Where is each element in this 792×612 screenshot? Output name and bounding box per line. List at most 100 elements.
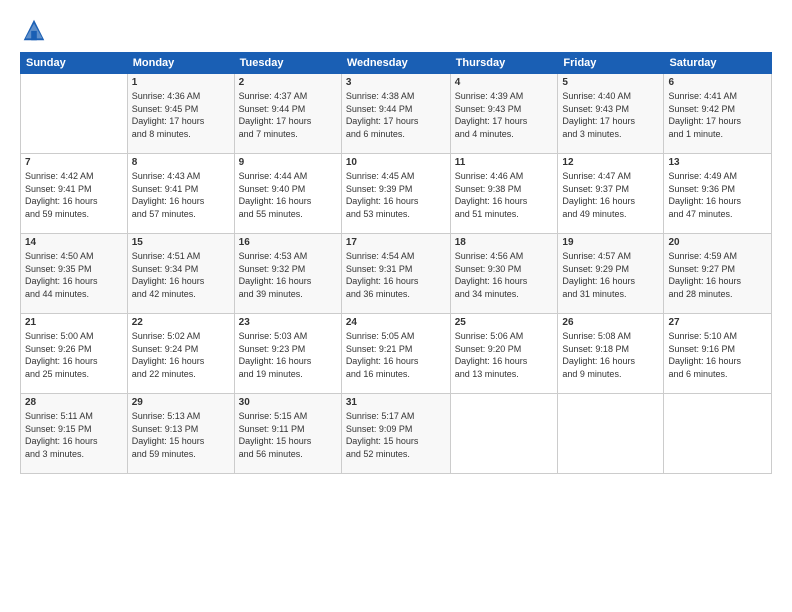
day-number: 2 (239, 77, 337, 88)
day-info: Sunrise: 4:37 AM Sunset: 9:44 PM Dayligh… (239, 90, 337, 140)
day-info: Sunrise: 4:53 AM Sunset: 9:32 PM Dayligh… (239, 250, 337, 300)
day-info: Sunrise: 5:03 AM Sunset: 9:23 PM Dayligh… (239, 330, 337, 380)
day-cell: 22Sunrise: 5:02 AM Sunset: 9:24 PM Dayli… (127, 314, 234, 394)
day-info: Sunrise: 4:57 AM Sunset: 9:29 PM Dayligh… (562, 250, 659, 300)
day-cell: 9Sunrise: 4:44 AM Sunset: 9:40 PM Daylig… (234, 154, 341, 234)
day-info: Sunrise: 4:56 AM Sunset: 9:30 PM Dayligh… (455, 250, 554, 300)
day-number: 22 (132, 317, 230, 328)
day-number: 18 (455, 237, 554, 248)
day-cell: 4 Sunrise: 4:39 AM Sunset: 9:43 PM Daylig… (450, 74, 558, 154)
week-row-1: 1Sunrise: 4:36 AM Sunset: 9:45 PM Daylig… (21, 74, 772, 154)
day-info: Sunrise: 5:05 AM Sunset: 9:21 PM Dayligh… (346, 330, 446, 380)
day-cell: 1Sunrise: 4:36 AM Sunset: 9:45 PM Daylig… (127, 74, 234, 154)
day-cell: 2 Sunrise: 4:37 AM Sunset: 9:44 PM Daylig… (234, 74, 341, 154)
day-number: 25 (455, 317, 554, 328)
day-cell: 3 Sunrise: 4:38 AM Sunset: 9:44 PM Daylig… (341, 74, 450, 154)
day-cell: 19 Sunrise: 4:57 AM Sunset: 9:29 PM Dayli… (558, 234, 664, 314)
day-number: 11 (455, 157, 554, 168)
day-cell: 12 Sunrise: 4:47 AM Sunset: 9:37 PM Dayli… (558, 154, 664, 234)
day-info: Sunrise: 4:39 AM Sunset: 9:43 PM Dayligh… (455, 90, 554, 140)
column-header-sunday: Sunday (21, 53, 128, 74)
day-info: Sunrise: 4:36 AM Sunset: 9:45 PM Dayligh… (132, 90, 230, 140)
logo (20, 16, 50, 44)
week-row-2: 7Sunrise: 4:42 AM Sunset: 9:41 PM Daylig… (21, 154, 772, 234)
calendar-table: SundayMondayTuesdayWednesdayThursdayFrid… (20, 52, 772, 474)
day-number: 23 (239, 317, 337, 328)
column-header-wednesday: Wednesday (341, 53, 450, 74)
day-cell: 21 Sunrise: 5:00 AM Sunset: 9:26 PM Dayli… (21, 314, 128, 394)
day-info: Sunrise: 4:54 AM Sunset: 9:31 PM Dayligh… (346, 250, 446, 300)
day-cell: 16 Sunrise: 4:53 AM Sunset: 9:32 PM Dayli… (234, 234, 341, 314)
day-number: 13 (668, 157, 767, 168)
day-cell: 5Sunrise: 4:40 AM Sunset: 9:43 PM Daylig… (558, 74, 664, 154)
day-number: 29 (132, 397, 230, 408)
day-number: 8 (132, 157, 230, 168)
day-cell: 11 Sunrise: 4:46 AM Sunset: 9:38 PM Dayli… (450, 154, 558, 234)
day-number: 4 (455, 77, 554, 88)
day-info: Sunrise: 4:49 AM Sunset: 9:36 PM Dayligh… (668, 170, 767, 220)
day-number: 9 (239, 157, 337, 168)
day-info: Sunrise: 4:45 AM Sunset: 9:39 PM Dayligh… (346, 170, 446, 220)
day-info: Sunrise: 4:50 AM Sunset: 9:35 PM Dayligh… (25, 250, 123, 300)
day-number: 14 (25, 237, 123, 248)
day-number: 19 (562, 237, 659, 248)
day-info: Sunrise: 4:47 AM Sunset: 9:37 PM Dayligh… (562, 170, 659, 220)
day-cell: 24 Sunrise: 5:05 AM Sunset: 9:21 PM Dayli… (341, 314, 450, 394)
day-info: Sunrise: 4:51 AM Sunset: 9:34 PM Dayligh… (132, 250, 230, 300)
day-cell (664, 394, 772, 474)
day-number: 6 (668, 77, 767, 88)
day-cell: 23 Sunrise: 5:03 AM Sunset: 9:23 PM Dayli… (234, 314, 341, 394)
day-number: 21 (25, 317, 123, 328)
logo-icon (20, 16, 48, 44)
week-row-5: 28Sunrise: 5:11 AM Sunset: 9:15 PM Dayli… (21, 394, 772, 474)
day-cell: 6 Sunrise: 4:41 AM Sunset: 9:42 PM Daylig… (664, 74, 772, 154)
day-cell: 18 Sunrise: 4:56 AM Sunset: 9:30 PM Dayli… (450, 234, 558, 314)
day-number: 27 (668, 317, 767, 328)
day-info: Sunrise: 4:43 AM Sunset: 9:41 PM Dayligh… (132, 170, 230, 220)
day-cell: 13 Sunrise: 4:49 AM Sunset: 9:36 PM Dayli… (664, 154, 772, 234)
day-info: Sunrise: 5:13 AM Sunset: 9:13 PM Dayligh… (132, 410, 230, 460)
day-info: Sunrise: 4:59 AM Sunset: 9:27 PM Dayligh… (668, 250, 767, 300)
day-number: 7 (25, 157, 123, 168)
day-info: Sunrise: 5:10 AM Sunset: 9:16 PM Dayligh… (668, 330, 767, 380)
day-number: 10 (346, 157, 446, 168)
column-header-monday: Monday (127, 53, 234, 74)
day-cell: 28Sunrise: 5:11 AM Sunset: 9:15 PM Dayli… (21, 394, 128, 474)
calendar-page: SundayMondayTuesdayWednesdayThursdayFrid… (0, 0, 792, 612)
day-cell: 25 Sunrise: 5:06 AM Sunset: 9:20 PM Dayli… (450, 314, 558, 394)
day-number: 15 (132, 237, 230, 248)
day-cell: 14 Sunrise: 4:50 AM Sunset: 9:35 PM Dayli… (21, 234, 128, 314)
column-header-tuesday: Tuesday (234, 53, 341, 74)
day-number: 3 (346, 77, 446, 88)
week-row-3: 14 Sunrise: 4:50 AM Sunset: 9:35 PM Dayli… (21, 234, 772, 314)
day-info: Sunrise: 5:00 AM Sunset: 9:26 PM Dayligh… (25, 330, 123, 380)
day-info: Sunrise: 5:17 AM Sunset: 9:09 PM Dayligh… (346, 410, 446, 460)
day-info: Sunrise: 4:40 AM Sunset: 9:43 PM Dayligh… (562, 90, 659, 140)
day-number: 26 (562, 317, 659, 328)
day-number: 20 (668, 237, 767, 248)
day-cell: 31Sunrise: 5:17 AM Sunset: 9:09 PM Dayli… (341, 394, 450, 474)
column-header-friday: Friday (558, 53, 664, 74)
day-cell (558, 394, 664, 474)
day-cell (450, 394, 558, 474)
day-number: 28 (25, 397, 123, 408)
column-headers: SundayMondayTuesdayWednesdayThursdayFrid… (21, 53, 772, 74)
header (20, 16, 772, 44)
day-info: Sunrise: 5:06 AM Sunset: 9:20 PM Dayligh… (455, 330, 554, 380)
column-header-thursday: Thursday (450, 53, 558, 74)
day-info: Sunrise: 4:38 AM Sunset: 9:44 PM Dayligh… (346, 90, 446, 140)
day-cell: 15 Sunrise: 4:51 AM Sunset: 9:34 PM Dayli… (127, 234, 234, 314)
day-info: Sunrise: 5:08 AM Sunset: 9:18 PM Dayligh… (562, 330, 659, 380)
day-info: Sunrise: 4:46 AM Sunset: 9:38 PM Dayligh… (455, 170, 554, 220)
column-header-saturday: Saturday (664, 53, 772, 74)
day-cell: 7Sunrise: 4:42 AM Sunset: 9:41 PM Daylig… (21, 154, 128, 234)
day-cell: 20 Sunrise: 4:59 AM Sunset: 9:27 PM Dayli… (664, 234, 772, 314)
day-number: 24 (346, 317, 446, 328)
day-cell: 30Sunrise: 5:15 AM Sunset: 9:11 PM Dayli… (234, 394, 341, 474)
day-number: 30 (239, 397, 337, 408)
day-number: 12 (562, 157, 659, 168)
day-number: 16 (239, 237, 337, 248)
week-row-4: 21 Sunrise: 5:00 AM Sunset: 9:26 PM Dayli… (21, 314, 772, 394)
day-info: Sunrise: 4:41 AM Sunset: 9:42 PM Dayligh… (668, 90, 767, 140)
day-cell: 27 Sunrise: 5:10 AM Sunset: 9:16 PM Dayli… (664, 314, 772, 394)
